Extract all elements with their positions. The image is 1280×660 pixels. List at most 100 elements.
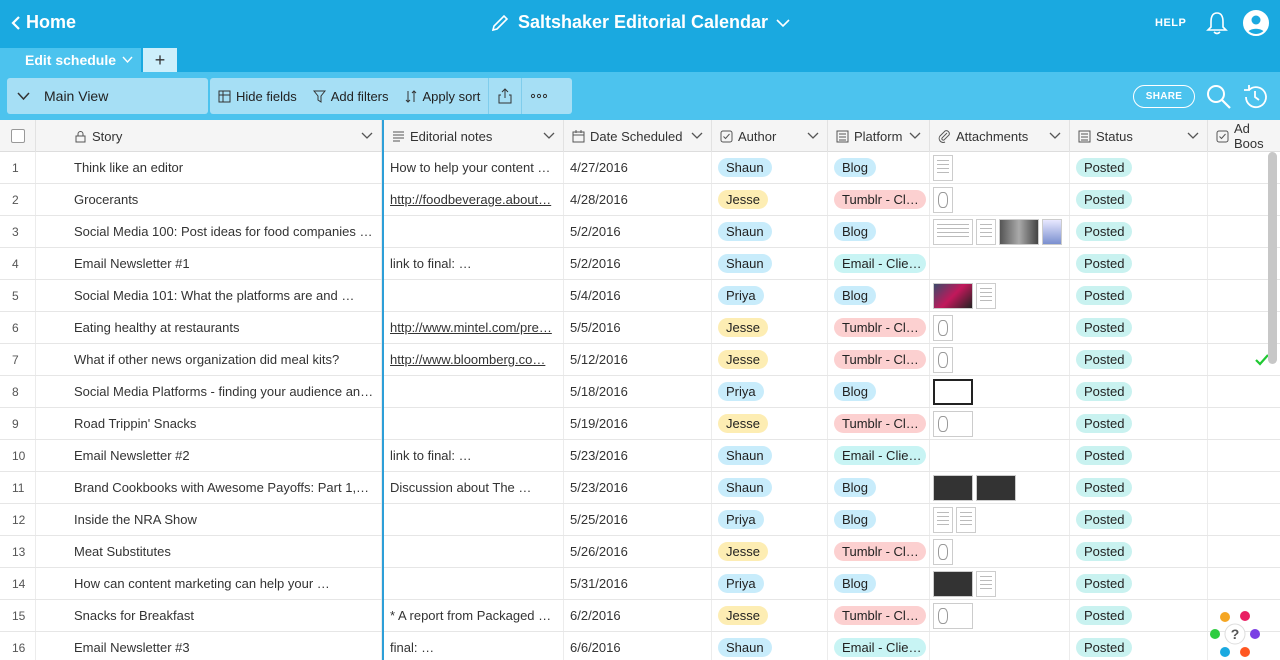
row-number-cell[interactable]: 3 (0, 216, 36, 247)
attachments-cell[interactable] (930, 632, 1070, 660)
story-cell[interactable]: Eating healthy at restaurants (36, 312, 382, 343)
attachments-cell[interactable] (930, 344, 1070, 375)
document-thumbnail[interactable] (956, 506, 976, 533)
notes-cell[interactable]: http://www.bloomberg.co… (384, 344, 564, 375)
date-cell[interactable]: 5/5/2016 (564, 312, 712, 343)
story-cell[interactable]: Think like an editor (36, 152, 382, 183)
date-cell[interactable]: 5/26/2016 (564, 536, 712, 567)
date-cell[interactable]: 6/6/2016 (564, 632, 712, 660)
notes-cell[interactable] (384, 408, 564, 439)
date-cell[interactable]: 5/19/2016 (564, 408, 712, 439)
status-cell[interactable]: Posted (1070, 440, 1208, 471)
status-cell[interactable]: Posted (1070, 472, 1208, 503)
document-thumbnail[interactable] (933, 506, 953, 533)
column-editorial-notes[interactable]: Editorial notes (384, 120, 564, 152)
notes-cell[interactable]: Discussion about The … (384, 472, 564, 503)
row-number-cell[interactable]: 14 (0, 568, 36, 599)
view-selector[interactable]: Main View (7, 78, 208, 114)
author-cell[interactable]: Jesse (712, 408, 828, 439)
image-thumbnail[interactable] (933, 282, 973, 309)
story-cell[interactable]: Social Media 101: What the platforms are… (36, 280, 382, 311)
notes-cell[interactable]: http://www.mintel.com/pre… (384, 312, 564, 343)
story-cell[interactable]: Grocerants (36, 184, 382, 215)
table-row[interactable]: 7 What if other news organization did mea… (0, 344, 1280, 376)
document-thumbnail[interactable] (976, 218, 996, 245)
author-cell[interactable]: Shaun (712, 152, 828, 183)
user-avatar[interactable] (1243, 10, 1269, 36)
notes-cell[interactable] (384, 568, 564, 599)
author-cell[interactable]: Priya (712, 504, 828, 535)
date-cell[interactable]: 5/31/2016 (564, 568, 712, 599)
status-cell[interactable]: Posted (1070, 600, 1208, 631)
story-cell[interactable]: Snacks for Breakfast (36, 600, 382, 631)
author-cell[interactable]: Priya (712, 568, 828, 599)
platform-cell[interactable]: Tumblr - Cl… (828, 536, 930, 567)
table-row[interactable]: 14 How can content marketing can help you… (0, 568, 1280, 600)
ad-boost-cell[interactable] (1208, 472, 1280, 503)
story-cell[interactable]: How can content marketing can help your … (36, 568, 382, 599)
platform-cell[interactable]: Email - Clie… (828, 440, 930, 471)
table-row[interactable]: 13 Meat Substitutes 5/26/2016 Jesse Tumblr -… (0, 536, 1280, 568)
chevron-down-icon[interactable] (361, 131, 373, 140)
attachments-cell[interactable] (930, 376, 1070, 407)
search-icon[interactable] (1206, 84, 1232, 110)
table-row[interactable]: 8 Social Media Platforms - finding your a… (0, 376, 1280, 408)
platform-cell[interactable]: Tumblr - Cl… (828, 408, 930, 439)
author-cell[interactable]: Jesse (712, 600, 828, 631)
document-thumbnail[interactable] (933, 154, 953, 181)
story-cell[interactable]: Social Media Platforms - finding your au… (36, 376, 382, 407)
chevron-down-icon[interactable] (807, 131, 819, 140)
apply-sort-button[interactable]: Apply sort (397, 78, 489, 114)
image-thumbnail[interactable] (933, 474, 973, 501)
author-cell[interactable]: Jesse (712, 184, 828, 215)
sketch-thumbnail[interactable] (933, 186, 953, 213)
chevron-down-icon[interactable] (543, 131, 555, 140)
chevron-down-icon[interactable] (1187, 131, 1199, 140)
image-thumbnail[interactable] (933, 570, 973, 597)
notes-cell[interactable]: http://foodbeverage.about… (384, 184, 564, 215)
column-platform[interactable]: Platform (828, 120, 930, 152)
platform-cell[interactable]: Blog (828, 152, 930, 183)
story-cell[interactable]: Meat Substitutes (36, 536, 382, 567)
table-row[interactable]: 3 Social Media 100: Post ideas for food c… (0, 216, 1280, 248)
bell-icon[interactable] (1205, 10, 1229, 36)
author-cell[interactable]: Shaun (712, 216, 828, 247)
date-cell[interactable]: 5/23/2016 (564, 440, 712, 471)
platform-cell[interactable]: Tumblr - Cl… (828, 184, 930, 215)
attachments-cell[interactable] (930, 472, 1070, 503)
author-cell[interactable]: Jesse (712, 536, 828, 567)
table-row[interactable]: 12 Inside the NRA Show 5/25/2016 Priya Blog P… (0, 504, 1280, 536)
row-number-cell[interactable]: 7 (0, 344, 36, 375)
table-row[interactable]: 4 Email Newsletter #1 link to final: … 5/2/… (0, 248, 1280, 280)
story-cell[interactable]: Brand Cookbooks with Awesome Payoffs: Pa… (36, 472, 382, 503)
column-attachments[interactable]: Attachments (930, 120, 1070, 152)
date-cell[interactable]: 5/2/2016 (564, 216, 712, 247)
hide-fields-button[interactable]: Hide fields (210, 78, 305, 114)
ad-boost-cell[interactable] (1208, 504, 1280, 535)
author-cell[interactable]: Priya (712, 280, 828, 311)
status-cell[interactable]: Posted (1070, 344, 1208, 375)
author-cell[interactable]: Shaun (712, 248, 828, 279)
date-cell[interactable]: 4/28/2016 (564, 184, 712, 215)
notes-cell[interactable]: final: … (384, 632, 564, 660)
column-status[interactable]: Status (1070, 120, 1208, 152)
status-cell[interactable]: Posted (1070, 184, 1208, 215)
help-button[interactable]: HELP (1155, 17, 1186, 29)
row-number-cell[interactable]: 5 (0, 280, 36, 311)
author-cell[interactable]: Jesse (712, 344, 828, 375)
attachments-cell[interactable] (930, 536, 1070, 567)
date-cell[interactable]: 5/23/2016 (564, 472, 712, 503)
attachments-cell[interactable] (930, 568, 1070, 599)
help-bubble-icon[interactable]: ? (1207, 609, 1263, 660)
row-number-cell[interactable]: 8 (0, 376, 36, 407)
status-cell[interactable]: Posted (1070, 152, 1208, 183)
image-thumbnail[interactable] (976, 474, 1016, 501)
row-number-cell[interactable]: 16 (0, 632, 36, 660)
sketch-thumbnail[interactable] (933, 346, 953, 373)
column-author[interactable]: Author (712, 120, 828, 152)
platform-cell[interactable]: Tumblr - Cl… (828, 600, 930, 631)
attachments-cell[interactable] (930, 408, 1070, 439)
status-cell[interactable]: Posted (1070, 504, 1208, 535)
table-row[interactable]: 16 Email Newsletter #3 final: … 6/6/2016 Sha… (0, 632, 1280, 660)
row-number-cell[interactable]: 9 (0, 408, 36, 439)
